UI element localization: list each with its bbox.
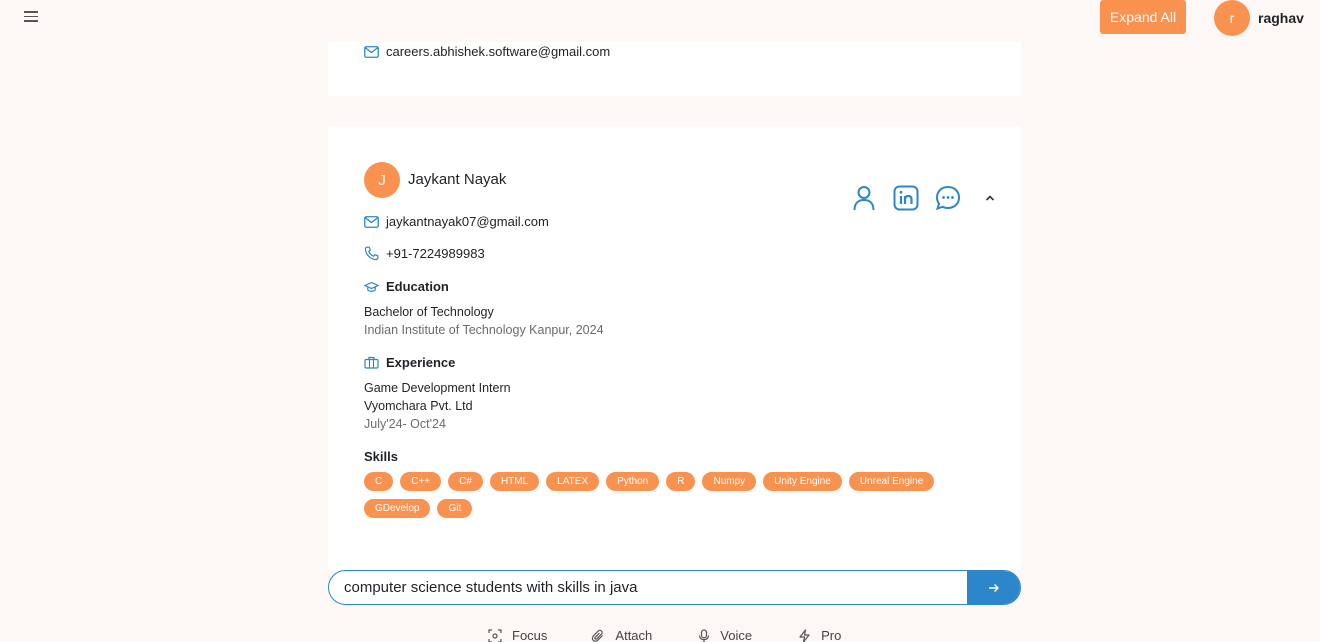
skill-chip[interactable]: C (364, 472, 394, 491)
briefcase-icon (364, 356, 379, 369)
candidate-avatar: J (364, 162, 400, 198)
experience-heading-label: Experience (386, 355, 456, 370)
microphone-icon (699, 628, 710, 642)
skills-heading: Skills (364, 449, 398, 464)
attach-button[interactable]: Attach (591, 628, 652, 642)
previous-email-row: careers.abhishek.software@gmail.com (364, 44, 610, 59)
company: Vyomchara Pvt. Ltd (364, 399, 473, 413)
duration: July'24- Oct'24 (364, 417, 446, 431)
voice-button[interactable]: Voice (698, 628, 752, 642)
previous-candidate-card: careers.abhishek.software@gmail.com (328, 42, 1021, 96)
candidate-email[interactable]: jaykantnayak07@gmail.com (386, 214, 549, 229)
phone-icon (364, 246, 379, 261)
user-menu[interactable]: r raghav (1214, 0, 1304, 36)
candidate-phone-row: +91-7224989983 (364, 246, 485, 261)
pro-button[interactable]: Pro (798, 628, 841, 642)
attach-label: Attach (615, 628, 653, 642)
paperclip-icon (592, 629, 604, 642)
search-input[interactable] (329, 571, 967, 604)
focus-button[interactable]: Focus (488, 628, 547, 642)
focus-label: Focus (512, 628, 548, 642)
skill-chip[interactable]: C# (448, 472, 483, 491)
lightning-icon (799, 628, 810, 642)
previous-email[interactable]: careers.abhishek.software@gmail.com (386, 44, 610, 59)
hamburger-menu-icon[interactable] (24, 8, 38, 26)
skill-chip[interactable]: Unity Engine (763, 472, 842, 491)
candidate-phone[interactable]: +91-7224989983 (386, 246, 485, 261)
voice-label: Voice (720, 628, 753, 642)
education-heading-label: Education (386, 279, 449, 294)
institution: Indian Institute of Technology Kanpur, 2… (364, 323, 604, 337)
candidate-name: Jaykant Nayak (408, 171, 507, 188)
search-bar (328, 570, 1021, 605)
skill-chip[interactable]: Git (437, 499, 473, 518)
focus-icon (488, 628, 502, 642)
skill-chip[interactable]: C++ (400, 472, 442, 491)
skill-chip[interactable]: Unreal Engine (848, 472, 935, 491)
chat-icon[interactable] (934, 184, 962, 212)
skill-chip[interactable]: Python (606, 472, 660, 491)
job-role: Game Development Intern (364, 381, 511, 395)
linkedin-icon[interactable] (892, 184, 920, 212)
skills-list: C C++ C# HTML LATEX Python R Numpy Unity… (364, 472, 984, 518)
profile-icon[interactable] (850, 184, 878, 212)
degree: Bachelor of Technology (364, 305, 494, 319)
skill-chip[interactable]: HTML (489, 472, 540, 491)
arrow-right-icon (988, 583, 999, 592)
education-heading: Education (364, 279, 449, 294)
candidate-card: J Jaykant Nayak jaykantnayak07@gmail.com… (328, 126, 1021, 570)
send-button[interactable] (967, 571, 1020, 604)
skill-chip[interactable]: R (666, 472, 696, 491)
candidate-actions (850, 184, 1004, 212)
skill-chip[interactable]: GDevelop (364, 499, 431, 518)
experience-heading: Experience (364, 355, 455, 370)
mail-icon (364, 215, 379, 228)
mail-icon (364, 45, 379, 58)
user-name: raghav (1258, 10, 1304, 26)
input-toolbar: Focus Attach Voice Pro (488, 628, 841, 642)
chevron-up-icon[interactable] (976, 184, 1004, 212)
candidate-email-row: jaykantnayak07@gmail.com (364, 214, 549, 229)
expand-all-button[interactable]: Expand All (1100, 0, 1186, 34)
pro-label: Pro (821, 628, 842, 642)
user-avatar[interactable]: r (1214, 0, 1250, 36)
graduation-cap-icon (364, 281, 379, 292)
skill-chip[interactable]: LATEX (546, 472, 600, 491)
skill-chip[interactable]: Numpy (702, 472, 757, 491)
